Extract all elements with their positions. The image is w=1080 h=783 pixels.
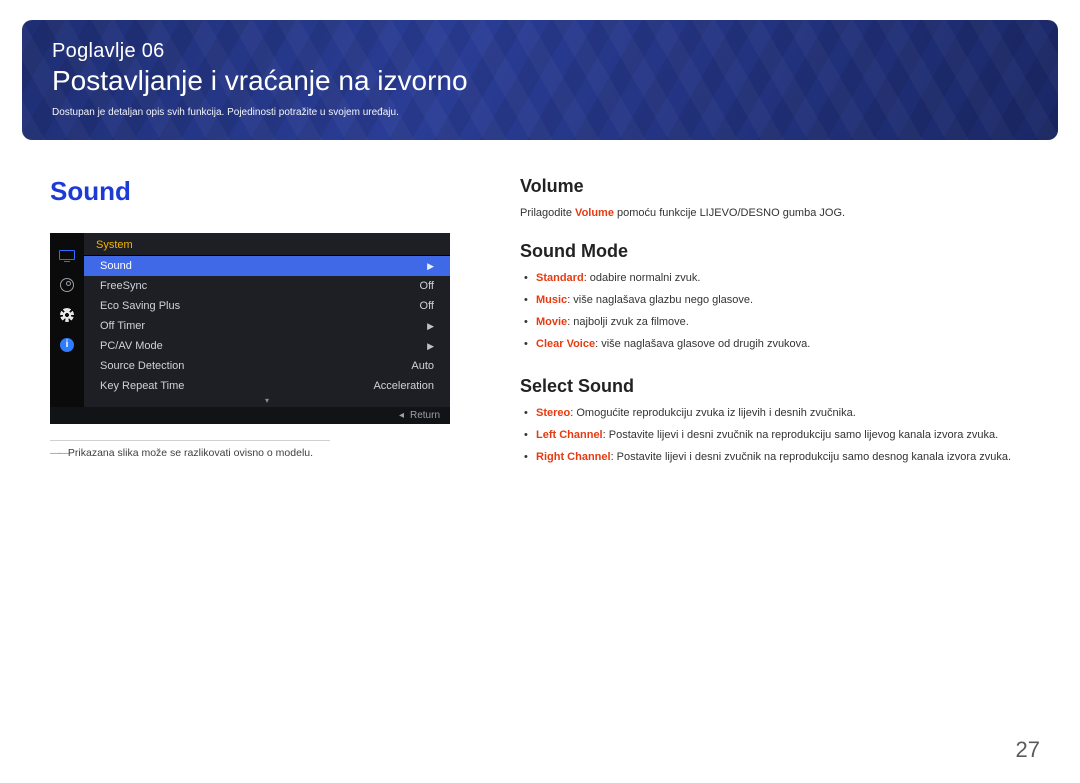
sound-mode-list: Standard: odabire normalni zvuk. Music: … bbox=[520, 272, 1030, 350]
chevron-right-icon: ▶ bbox=[427, 261, 434, 272]
osd-row-label: Source Detection bbox=[100, 360, 184, 372]
osd-row-value: Acceleration bbox=[373, 380, 434, 392]
osd-row-value: Auto bbox=[411, 360, 434, 372]
text: : Postavite lijevi i desni zvučnik na re… bbox=[603, 429, 999, 441]
text: pomoću funkcije LIJEVO/DESNO gumba JOG. bbox=[614, 207, 845, 219]
volume-description: Prilagodite Volume pomoću funkcije LIJEV… bbox=[520, 207, 1030, 219]
osd-footer: ◂ Return bbox=[50, 407, 450, 424]
section-title-sound: Sound bbox=[50, 176, 450, 207]
osd-row-eco[interactable]: Eco Saving Plus Off bbox=[84, 296, 450, 316]
footnote: Prikazana slika može se razlikovati ovis… bbox=[50, 440, 330, 459]
return-label[interactable]: Return bbox=[410, 410, 440, 421]
keyword: Left Channel bbox=[536, 429, 603, 441]
keyword: Movie bbox=[536, 316, 567, 328]
text: : odabire normalni zvuk. bbox=[584, 272, 701, 284]
osd-row-label: Off Timer bbox=[100, 320, 145, 332]
osd-row-label: Sound bbox=[100, 260, 132, 272]
text: : više naglašava glasove od drugih zvuko… bbox=[595, 338, 810, 350]
chapter-header: Poglavlje 06 Postavljanje i vraćanje na … bbox=[22, 20, 1058, 140]
list-item: Clear Voice: više naglašava glasove od d… bbox=[524, 338, 1030, 350]
osd-row-value: Off bbox=[420, 300, 434, 312]
osd-menu: i System Sound ▶ FreeSync Off bbox=[50, 233, 450, 424]
content-area: Sound i System Sound ▶ bbox=[0, 140, 1080, 489]
list-item: Right Channel: Postavite lijevi i desni … bbox=[524, 451, 1030, 463]
left-column: Sound i System Sound ▶ bbox=[50, 176, 450, 489]
text: Prilagodite bbox=[520, 207, 575, 219]
list-item: Movie: najbolji zvuk za filmove. bbox=[524, 316, 1030, 328]
info-icon[interactable]: i bbox=[57, 337, 77, 353]
heading-select-sound: Select Sound bbox=[520, 376, 1030, 397]
osd-row-keyrepeat[interactable]: Key Repeat Time Acceleration bbox=[84, 376, 450, 396]
keyword: Standard bbox=[536, 272, 584, 284]
osd-row-label: Eco Saving Plus bbox=[100, 300, 180, 312]
osd-row-pcav[interactable]: PC/AV Mode ▶ bbox=[84, 336, 450, 356]
text: : najbolji zvuk za filmove. bbox=[567, 316, 689, 328]
right-column: Volume Prilagodite Volume pomoću funkcij… bbox=[520, 176, 1030, 489]
chevron-right-icon: ▶ bbox=[427, 341, 434, 352]
return-icon[interactable]: ◂ bbox=[399, 410, 404, 421]
osd-row-sound[interactable]: Sound ▶ bbox=[84, 256, 450, 276]
gear-icon[interactable] bbox=[57, 307, 77, 323]
osd-more-indicator: ▾ bbox=[84, 396, 450, 407]
page: Poglavlje 06 Postavljanje i vraćanje na … bbox=[0, 20, 1080, 783]
chapter-label: Poglavlje 06 bbox=[52, 40, 1028, 63]
text: : Omogućite reprodukciju zvuka iz lijevi… bbox=[570, 407, 856, 419]
list-item: Left Channel: Postavite lijevi i desni z… bbox=[524, 429, 1030, 441]
osd-row-offtimer[interactable]: Off Timer ▶ bbox=[84, 316, 450, 336]
text: : Postavite lijevi i desni zvučnik na re… bbox=[611, 451, 1011, 463]
list-item: Standard: odabire normalni zvuk. bbox=[524, 272, 1030, 284]
monitor-icon[interactable] bbox=[57, 247, 77, 263]
osd-row-label: PC/AV Mode bbox=[100, 340, 163, 352]
page-number: 27 bbox=[1016, 737, 1040, 763]
picture-icon[interactable] bbox=[57, 277, 77, 293]
osd-sidebar: i bbox=[50, 233, 84, 407]
keyword: Right Channel bbox=[536, 451, 611, 463]
osd-row-freesync[interactable]: FreeSync Off bbox=[84, 276, 450, 296]
osd-row-label: FreeSync bbox=[100, 280, 147, 292]
osd-row-label: Key Repeat Time bbox=[100, 380, 184, 392]
osd-row-sourcedetect[interactable]: Source Detection Auto bbox=[84, 356, 450, 376]
keyword: Music bbox=[536, 294, 567, 306]
chevron-right-icon: ▶ bbox=[427, 321, 434, 332]
osd-body: i System Sound ▶ FreeSync Off bbox=[50, 233, 450, 407]
osd-row-value: Off bbox=[420, 280, 434, 292]
chapter-description: Dostupan je detaljan opis svih funkcija.… bbox=[52, 107, 1028, 118]
chapter-title: Postavljanje i vraćanje na izvorno bbox=[52, 65, 1028, 97]
osd-main: System Sound ▶ FreeSync Off Eco Saving P… bbox=[84, 233, 450, 407]
keyword: Stereo bbox=[536, 407, 570, 419]
list-item: Stereo: Omogućite reprodukciju zvuka iz … bbox=[524, 407, 1030, 419]
keyword-volume: Volume bbox=[575, 207, 614, 219]
osd-header: System bbox=[84, 233, 450, 256]
heading-sound-mode: Sound Mode bbox=[520, 241, 1030, 262]
list-item: Music: više naglašava glazbu nego glasov… bbox=[524, 294, 1030, 306]
keyword: Clear Voice bbox=[536, 338, 595, 350]
heading-volume: Volume bbox=[520, 176, 1030, 197]
select-sound-list: Stereo: Omogućite reprodukciju zvuka iz … bbox=[520, 407, 1030, 463]
text: : više naglašava glazbu nego glasove. bbox=[567, 294, 753, 306]
